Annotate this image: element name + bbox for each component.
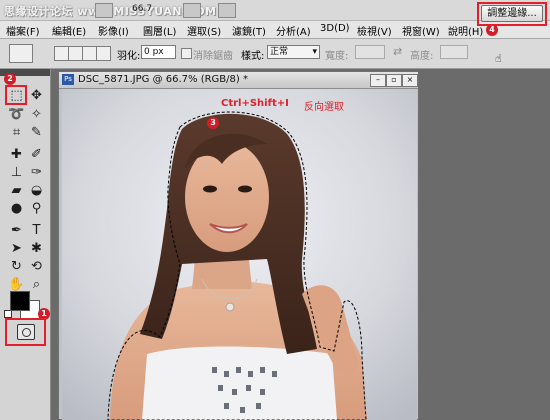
style-select[interactable]: 正常 ▾ <box>267 45 320 59</box>
dodge-tool-icon[interactable]: ⚲ <box>28 200 45 217</box>
width-label: 寬度: <box>325 51 349 62</box>
add-to-selection-button[interactable] <box>68 46 83 61</box>
menu-image[interactable]: 影像(I) <box>98 23 129 38</box>
menu-view[interactable]: 檢視(V) <box>357 23 392 38</box>
brush-tool-icon[interactable]: ✐ <box>28 146 45 163</box>
white-top <box>142 346 337 420</box>
feather-input[interactable]: 0 px <box>141 45 176 59</box>
step-badge-2: 2 <box>4 73 16 85</box>
healing-brush-icon[interactable]: ✚ <box>8 146 25 163</box>
lasso-tool-icon[interactable]: ➰ <box>8 106 25 123</box>
menu-layer[interactable]: 圖層(L) <box>143 23 176 38</box>
default-colors-icon[interactable] <box>4 310 12 318</box>
height-input[interactable] <box>440 45 468 59</box>
menu-analysis[interactable]: 分析(A) <box>276 23 311 38</box>
photoshop-doc-icon: Ps <box>62 74 74 85</box>
close-icon[interactable]: × <box>402 74 418 87</box>
height-label: 高度: <box>410 51 434 62</box>
minimize-icon[interactable]: – <box>370 74 386 87</box>
shortcut-annotation: Ctrl+Shift+I <box>221 98 289 109</box>
maximize-icon[interactable]: ▫ <box>386 74 402 87</box>
swap-icon[interactable]: ⇄ <box>393 45 402 58</box>
path-selection-icon[interactable]: ➤ <box>8 240 25 257</box>
width-input[interactable] <box>355 45 385 59</box>
foreground-color-swatch[interactable] <box>10 291 30 311</box>
photo <box>62 89 417 420</box>
face-shape <box>185 142 269 252</box>
pen-tool-icon[interactable]: ✒ <box>8 222 25 239</box>
menu-file[interactable]: 檔案(F) <box>6 23 40 38</box>
shape-tool-icon[interactable]: ✱ <box>28 240 45 257</box>
eraser-tool-icon[interactable]: ▰ <box>8 182 25 199</box>
options-bar: 羽化: 0 px 消除鋸齒 樣式: 正常 ▾ 寬度: ⇄ 高度: <box>0 39 550 69</box>
refine-edge-button[interactable]: 調整邊緣... <box>481 5 543 22</box>
menu-window[interactable]: 視窗(W) <box>402 23 440 38</box>
new-selection-button[interactable] <box>54 46 69 61</box>
screen-mode-icon[interactable] <box>218 3 236 18</box>
shortcut-annotation-desc: 反向選取 <box>304 102 344 113</box>
magic-wand-icon[interactable]: ✧ <box>28 106 45 123</box>
zoom-tool-icon[interactable]: ⌕ <box>28 276 45 293</box>
subtract-from-selection-button[interactable] <box>82 46 97 61</box>
menu-filter[interactable]: 濾鏡(T) <box>232 23 266 38</box>
antialias-checkbox[interactable] <box>181 48 192 59</box>
cursor-icon: ☝ <box>495 52 502 65</box>
marquee-highlight <box>5 85 27 105</box>
menu-edit[interactable]: 編輯(E) <box>52 23 86 38</box>
crop-tool-icon[interactable]: ⌗ <box>8 124 25 141</box>
eyedropper-icon[interactable]: ✎ <box>28 124 45 141</box>
feather-label: 羽化: <box>117 51 141 62</box>
blur-tool-icon[interactable]: ● <box>8 200 25 217</box>
image-canvas[interactable] <box>62 89 417 420</box>
quick-mask-icon <box>22 328 31 337</box>
document-title: DSC_5871.JPG @ 66.7% (RGB/8) * <box>78 74 248 85</box>
3d-orbit-icon[interactable]: ⟲ <box>28 258 45 275</box>
tool-preset-picker[interactable] <box>9 44 33 63</box>
3d-rotate-icon[interactable]: ↻ <box>8 258 25 275</box>
antialias-label: 消除鋸齒 <box>193 51 233 62</box>
intersect-selection-button[interactable] <box>96 46 111 61</box>
style-label: 樣式: <box>241 51 265 62</box>
menu-select[interactable]: 選取(S) <box>187 23 221 38</box>
step-badge-3: 3 <box>207 117 219 129</box>
type-tool-icon[interactable]: T <box>28 222 45 239</box>
style-select-value: 正常 <box>270 47 289 57</box>
zoom-level[interactable]: 66.7 <box>132 4 152 14</box>
launch-bridge-icon[interactable] <box>95 3 113 18</box>
arrange-documents-icon[interactable] <box>183 3 201 18</box>
clone-stamp-icon[interactable]: ⊥ <box>8 164 25 181</box>
paint-bucket-icon[interactable]: ◒ <box>28 182 45 199</box>
quick-mask-button[interactable] <box>17 324 35 340</box>
chevron-down-icon: ▾ <box>312 47 317 57</box>
menu-3d[interactable]: 3D(D) <box>320 23 350 34</box>
move-tool-icon[interactable]: ✥ <box>28 87 45 104</box>
history-brush-icon[interactable]: ✑ <box>28 164 45 181</box>
menu-bar: 檔案(F) 編輯(E) 影像(I) 圖層(L) 選取(S) 濾鏡(T) 分析(A… <box>0 21 550 39</box>
